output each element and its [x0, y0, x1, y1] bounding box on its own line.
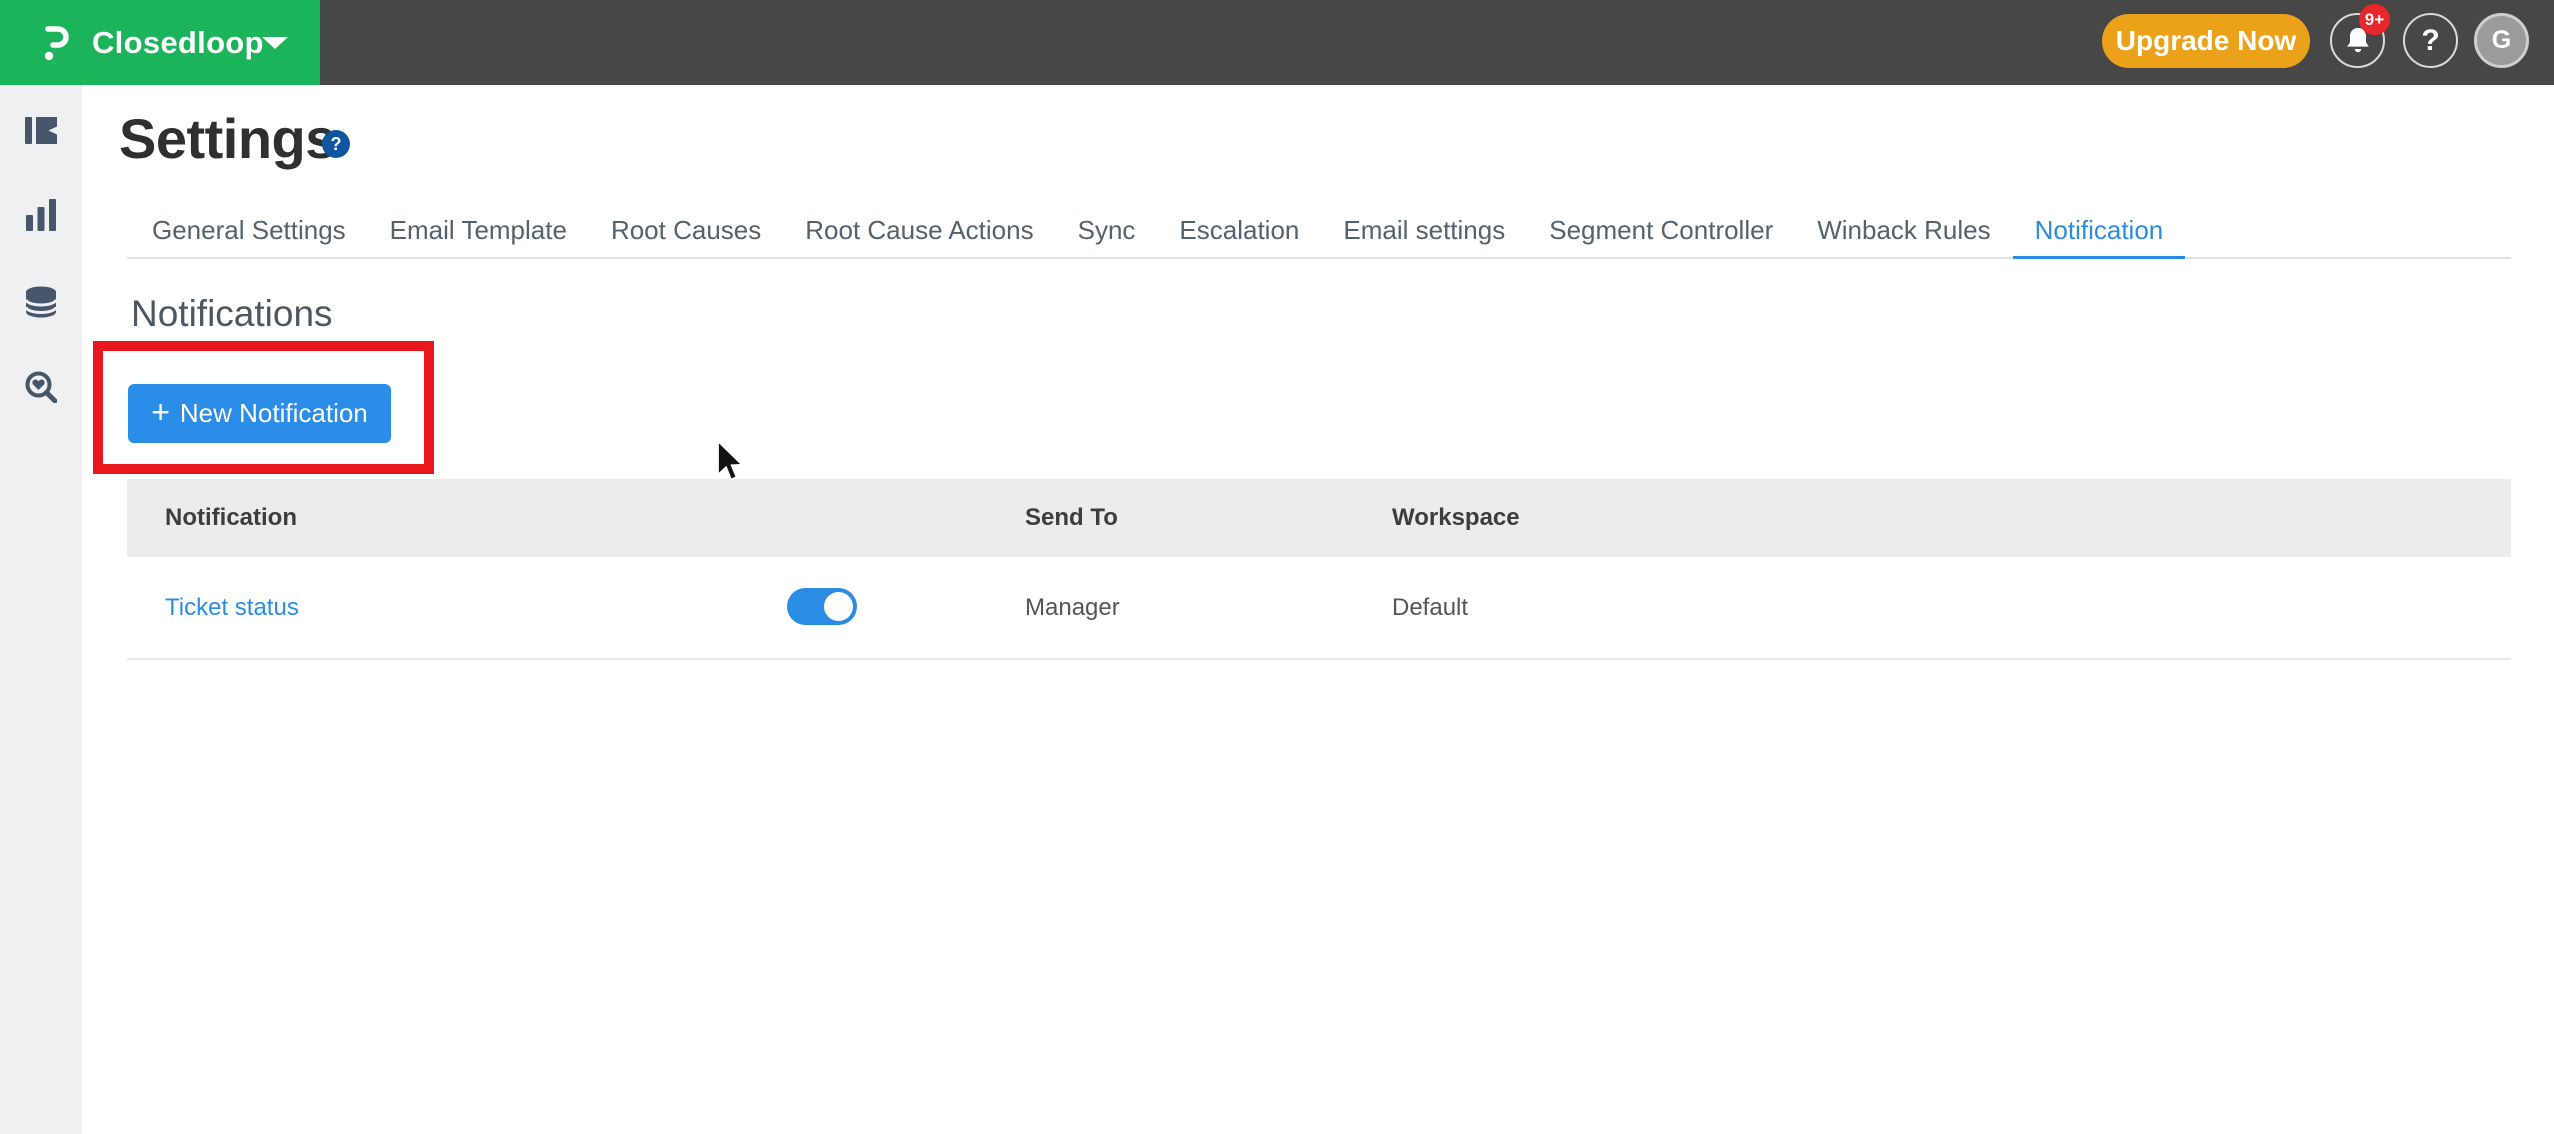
notification-name-link[interactable]: Ticket status — [165, 594, 299, 622]
sidebar-item-data[interactable] — [23, 284, 59, 320]
notification-count-badge: 9+ — [2359, 4, 2390, 35]
sidebar-nav — [0, 85, 82, 1134]
question-mark-icon: ? — [2421, 24, 2439, 58]
settings-tab-strip: General Settings Email Template Root Cau… — [130, 205, 2185, 259]
notifications-table: Notification Send To Workspace Ticket st… — [127, 479, 2511, 660]
table-row: Ticket status Manager Default — [127, 557, 2511, 660]
tab-email-settings[interactable]: Email settings — [1321, 205, 1527, 259]
tab-winback-rules[interactable]: Winback Rules — [1795, 205, 2012, 259]
tab-escalation[interactable]: Escalation — [1157, 205, 1321, 259]
avatar-initial: G — [2492, 26, 2511, 55]
workspace-value: Default — [1392, 594, 1468, 622]
notification-enabled-toggle[interactable] — [787, 588, 857, 625]
tab-segment-controller[interactable]: Segment Controller — [1527, 205, 1795, 259]
sidebar-item-health-search[interactable] — [23, 369, 59, 405]
tab-root-causes[interactable]: Root Causes — [589, 205, 783, 259]
brand-menu[interactable]: Closedloop — [0, 0, 320, 85]
table-header-row: Notification Send To Workspace — [127, 479, 2511, 557]
tab-root-cause-actions[interactable]: Root Cause Actions — [783, 205, 1055, 259]
upgrade-now-button[interactable]: Upgrade Now — [2102, 14, 2310, 68]
plus-icon: + — [151, 394, 170, 431]
column-header-workspace: Workspace — [1392, 504, 1520, 532]
page-title-help-button[interactable]: ? — [322, 130, 350, 158]
search-health-icon — [25, 371, 57, 403]
tab-notification[interactable]: Notification — [2013, 205, 2186, 259]
database-icon — [25, 286, 57, 318]
ticket-icon — [25, 117, 57, 144]
help-button[interactable]: ? — [2403, 13, 2458, 68]
tab-email-template[interactable]: Email Template — [368, 205, 589, 259]
question-mark-icon: ? — [331, 134, 342, 155]
tab-general-settings[interactable]: General Settings — [130, 205, 368, 259]
sidebar-item-analytics[interactable] — [23, 197, 59, 233]
brand-name: Closedloop — [92, 0, 264, 85]
sidebar-item-tickets[interactable] — [23, 112, 59, 148]
tab-sync[interactable]: Sync — [1056, 205, 1158, 259]
send-to-value: Manager — [1025, 594, 1120, 622]
mouse-cursor — [716, 440, 746, 482]
new-notification-button[interactable]: + New Notification — [128, 384, 391, 443]
app-window: Closedloop Upgrade Now 9+ ? G — [0, 0, 2554, 1134]
column-header-notification: Notification — [165, 504, 297, 532]
brand-logo-icon — [44, 24, 70, 62]
new-notification-label: New Notification — [180, 398, 368, 429]
bar-chart-icon — [26, 199, 56, 231]
column-header-send-to: Send To — [1025, 504, 1118, 532]
chevron-down-icon — [262, 37, 288, 49]
top-bar: Closedloop Upgrade Now 9+ ? G — [0, 0, 2554, 85]
user-avatar[interactable]: G — [2474, 13, 2529, 68]
toggle-knob — [824, 592, 853, 621]
page-title: Settings — [119, 106, 336, 171]
section-heading: Notifications — [131, 293, 333, 335]
